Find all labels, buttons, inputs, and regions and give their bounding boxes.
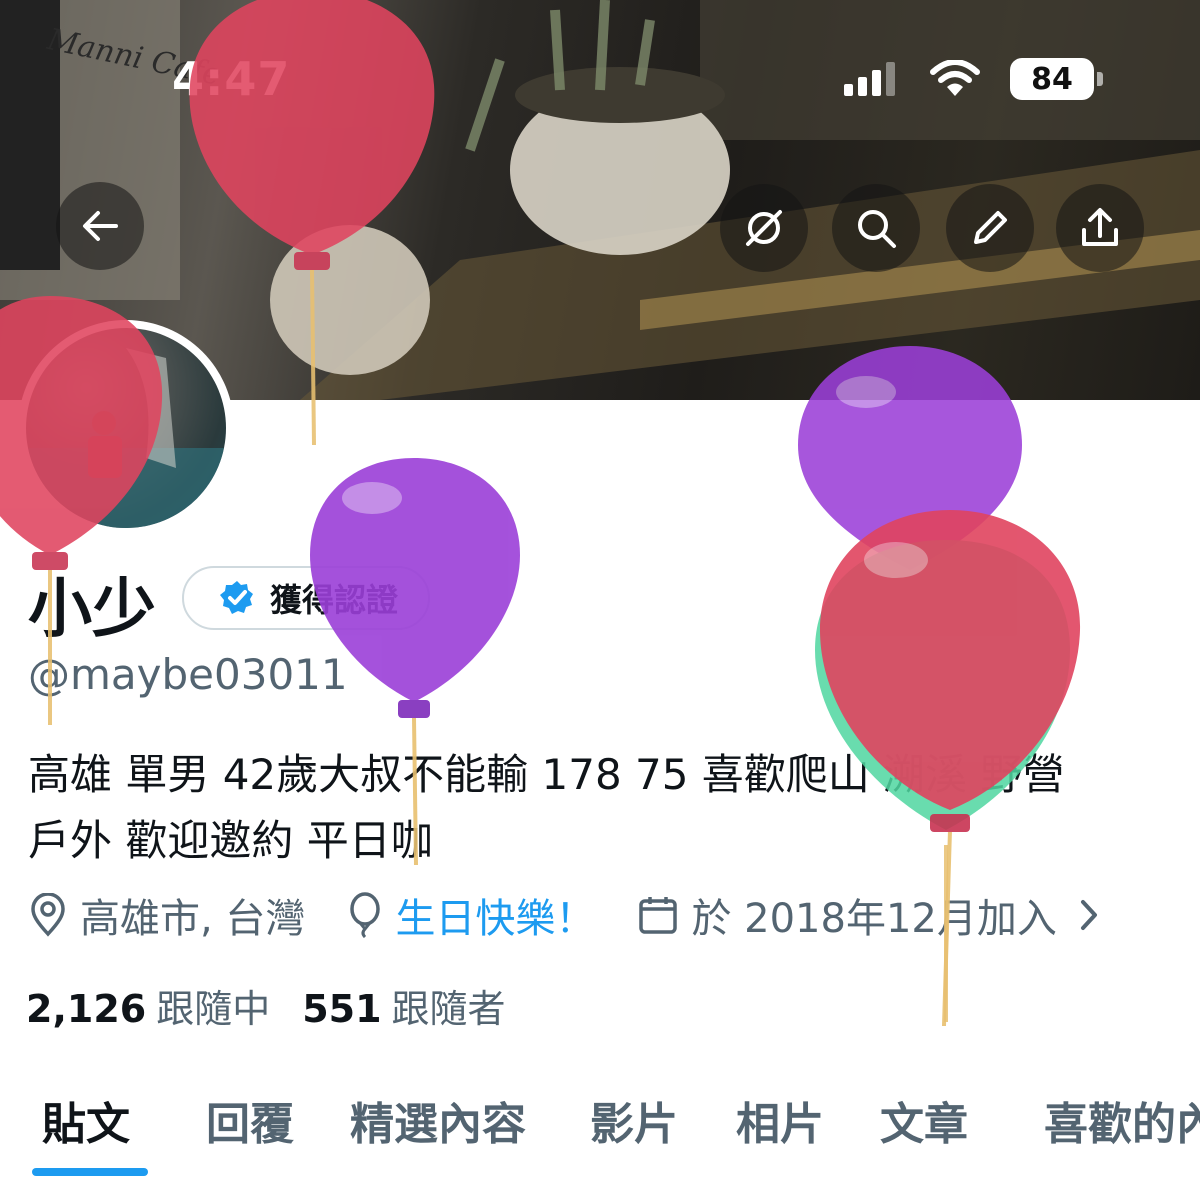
birthday-item[interactable]: 生日快樂！	[347, 886, 595, 944]
location-item: 高雄市, 台灣	[28, 886, 305, 944]
joined-item: 於 2018年12月加入	[637, 886, 1100, 944]
joined-text: 於 2018年12月加入	[691, 896, 1057, 942]
verified-badge-button[interactable]: 獲得認證	[182, 566, 431, 630]
verified-label: 獲得認證	[270, 581, 399, 619]
tab-photos[interactable]: 相片	[736, 1088, 824, 1152]
tab-replies[interactable]: 回覆	[206, 1088, 294, 1152]
edit-icon	[974, 211, 1007, 244]
following-label: 跟隨中	[156, 987, 271, 1031]
avatar-photo	[26, 328, 226, 528]
following-link[interactable]: 2,126 跟隨中	[26, 978, 270, 1033]
search-button[interactable]	[832, 184, 920, 272]
location-text: 高雄市, 台灣	[80, 896, 306, 942]
active-tab-indicator	[32, 1168, 148, 1176]
followers-count: 551	[302, 987, 382, 1031]
bio-line-1: 高雄 單男 42歲大叔不能輸 178 75 喜歡爬山 溯溪 野營	[28, 750, 1065, 799]
location-icon	[31, 893, 65, 937]
bio-line-2: 戶外 歡迎邀約 平日咖	[28, 816, 433, 865]
tab-posts[interactable]: 貼文	[42, 1088, 130, 1152]
edit-button[interactable]	[946, 184, 1034, 272]
share-icon	[1082, 208, 1118, 246]
profile-meta: 高雄市, 台灣 生日快樂！ 於 2018年12月加入	[28, 886, 1143, 944]
grok-icon	[746, 210, 782, 246]
profile-tabs: 貼文 回覆 精選內容 影片 相片 文章 喜歡的內容	[0, 1080, 1200, 1177]
tab-likes[interactable]: 喜歡的內容	[1044, 1088, 1200, 1152]
back-button[interactable]	[56, 182, 144, 270]
tab-highlights[interactable]: 精選內容	[350, 1088, 526, 1152]
balloon-icon	[350, 892, 381, 938]
tab-videos[interactable]: 影片	[590, 1088, 678, 1152]
profile-name: 小少	[28, 573, 156, 647]
status-indicators: 84	[844, 58, 1103, 100]
signal-icon	[844, 62, 895, 96]
calendar-icon	[639, 897, 678, 934]
tab-articles[interactable]: 文章	[880, 1088, 968, 1152]
profile-handle: @maybe03011	[28, 650, 348, 699]
battery-indicator: 84	[1010, 58, 1103, 100]
birthday-text[interactable]: 生日快樂！	[395, 886, 595, 944]
wifi-icon	[930, 60, 980, 96]
avatar[interactable]	[18, 320, 234, 536]
followers-link[interactable]: 551 跟隨者	[302, 978, 505, 1033]
chevron-right-icon[interactable]	[1077, 898, 1101, 932]
search-icon	[858, 210, 896, 248]
back-icon	[83, 211, 118, 241]
verified-icon	[220, 581, 253, 614]
grok-button[interactable]	[720, 184, 808, 272]
status-time: 4:47	[172, 52, 291, 106]
profile-bio: 高雄 單男 42歲大叔不能輸 178 75 喜歡爬山 溯溪 野營 戶外 歡迎邀約…	[28, 742, 1178, 874]
followers-label: 跟隨者	[391, 987, 506, 1031]
following-count: 2,126	[26, 987, 147, 1031]
follow-stats: 2,126 跟隨中 551 跟隨者	[26, 978, 506, 1033]
share-button[interactable]	[1056, 184, 1144, 272]
